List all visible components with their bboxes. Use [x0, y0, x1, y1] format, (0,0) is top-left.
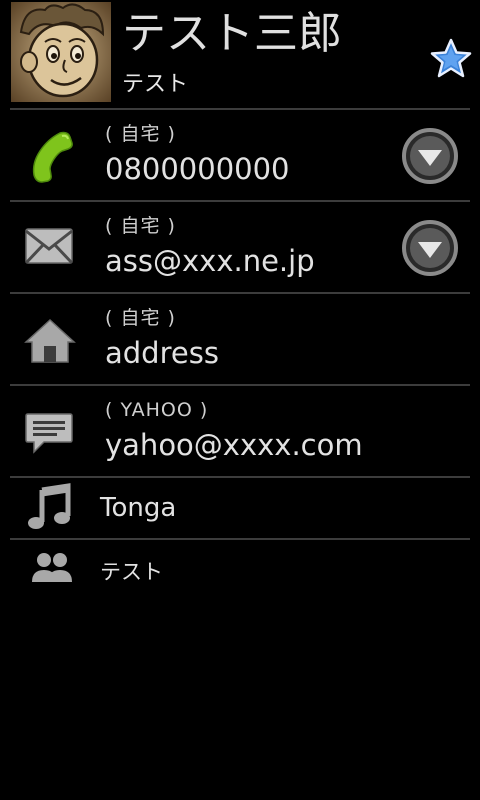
email-type-label: ( 自宅 ) — [105, 215, 176, 237]
phone-type-label: ( 自宅 ) — [105, 123, 176, 145]
address-value: address — [105, 336, 219, 370]
ringtone-name: Tonga — [100, 493, 177, 523]
phone-number: 0800000000 — [105, 152, 290, 186]
chat-icon — [22, 406, 78, 462]
music-note-icon — [24, 482, 80, 538]
detail-row-address[interactable]: ( 自宅 ) address — [0, 294, 480, 384]
detail-row-group[interactable]: テスト — [0, 540, 480, 600]
detail-row-phone[interactable]: ( 自宅 ) 0800000000 — [0, 110, 480, 200]
email-icon — [22, 219, 78, 275]
contact-subtitle: テスト — [122, 72, 189, 97]
address-type-label: ( 自宅 ) — [105, 307, 176, 329]
contact-name: テスト三郎 — [122, 8, 342, 59]
group-name: テスト — [100, 560, 163, 584]
email-address: ass@xxx.ne.jp — [105, 244, 315, 278]
detail-row-email[interactable]: ( 自宅 ) ass@xxx.ne.jp — [0, 202, 480, 292]
phone-dropdown-icon[interactable] — [400, 126, 460, 186]
contact-detail-screen: テスト三郎 テスト ( 自宅 ) 0800000000 (自宅) ass@x… — [0, 0, 480, 800]
contact-header: テスト三郎 テスト — [0, 0, 480, 108]
im-address: yahoo@xxxx.com — [105, 428, 363, 462]
home-icon — [22, 314, 78, 370]
group-icon — [30, 548, 86, 604]
phone-icon — [22, 127, 78, 183]
contact-avatar[interactable] — [11, 2, 111, 102]
email-dropdown-icon[interactable] — [400, 218, 460, 278]
detail-row-ringtone[interactable]: Tonga — [0, 478, 480, 538]
avatar-image — [11, 2, 111, 102]
detail-row-im[interactable]: ( YAHOO ) yahoo@xxxx.com — [0, 386, 480, 476]
im-type-label: ( YAHOO ) — [105, 399, 209, 421]
favorite-star-icon[interactable] — [430, 38, 472, 80]
